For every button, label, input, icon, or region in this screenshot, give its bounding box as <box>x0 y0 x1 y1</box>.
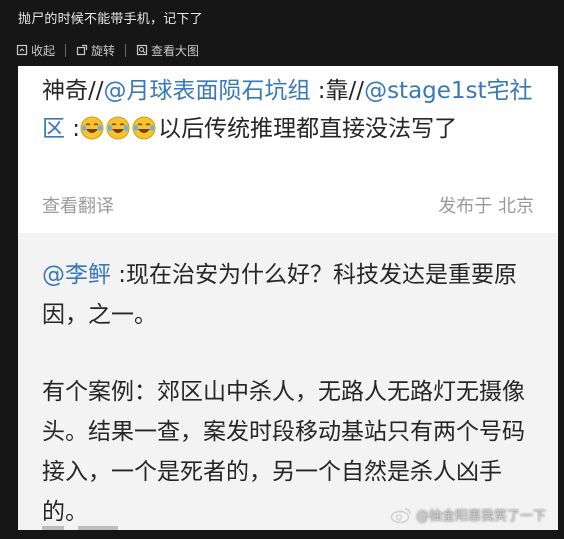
view-large-label: 查看大图 <box>151 43 200 58</box>
laugh-cry-emoji-icon <box>132 116 156 140</box>
collapse-icon <box>16 44 28 56</box>
translate-link[interactable]: 查看翻译 <box>42 192 114 218</box>
repost-block: 神奇//@月球表面陨石坑组 :靠//@stage1st宅社区 : 以后传统推理都直… <box>18 66 558 233</box>
repost-tail-text: 以后传统推理都直接没法写了 <box>158 116 458 142</box>
toolbar-divider <box>125 43 127 57</box>
view-large-button[interactable]: 查看大图 <box>136 42 199 59</box>
repost-text: 神奇//@月球表面陨石坑组 :靠//@stage1st宅社区 : 以后传统推理都直… <box>42 72 542 148</box>
quote-line: :现在治安为什么好？科技发达是重要原因，之一。 <box>42 262 518 328</box>
rotate-label: 旋转 <box>91 43 116 58</box>
weibo-watermark: @柚金阳惠我笑了一下 <box>390 505 546 524</box>
mention-link[interactable]: @李鲆 <box>42 262 111 288</box>
rotate-button[interactable]: 旋转 <box>76 42 115 59</box>
quote-paragraph: @李鲆 :现在治安为什么好？科技发达是重要原因，之一。 <box>42 255 538 335</box>
quoted-post-text: @李鲆 :现在治安为什么好？科技发达是重要原因，之一。 有个案例：郊区山中杀人，… <box>42 255 538 530</box>
collapse-label: 收起 <box>31 43 56 58</box>
rotate-icon <box>76 44 88 56</box>
weibo-logo-icon <box>390 507 411 523</box>
truncated-text-line <box>42 516 162 530</box>
image-toolbar: 收起 旋转 查看大图 <box>16 41 199 59</box>
quoted-post: @李鲆 :现在治安为什么好？科技发达是重要原因，之一。 有个案例：郊区山中杀人，… <box>18 233 558 530</box>
repost-segment: :靠// <box>310 78 365 104</box>
mention-link[interactable]: @月球表面陨石坑组 <box>104 78 311 104</box>
collapse-button[interactable]: 收起 <box>16 42 55 59</box>
post-location: 发布于 北京 <box>438 196 534 217</box>
post-title: 抛尸的时候不能带手机，记下了 <box>18 12 203 27</box>
zoom-icon <box>136 44 148 56</box>
watermark-text: @柚金阳惠我笑了一下 <box>415 509 546 524</box>
repost-segment: 神奇// <box>42 78 104 104</box>
repost-segment: : <box>65 116 81 142</box>
toolbar-divider <box>65 43 67 57</box>
laugh-cry-emoji-icon <box>106 116 130 140</box>
laugh-cry-emoji-icon <box>80 116 104 140</box>
screenshot-image[interactable]: 神奇//@月球表面陨石坑组 :靠//@stage1st宅社区 : 以后传统推理都直… <box>18 66 558 530</box>
